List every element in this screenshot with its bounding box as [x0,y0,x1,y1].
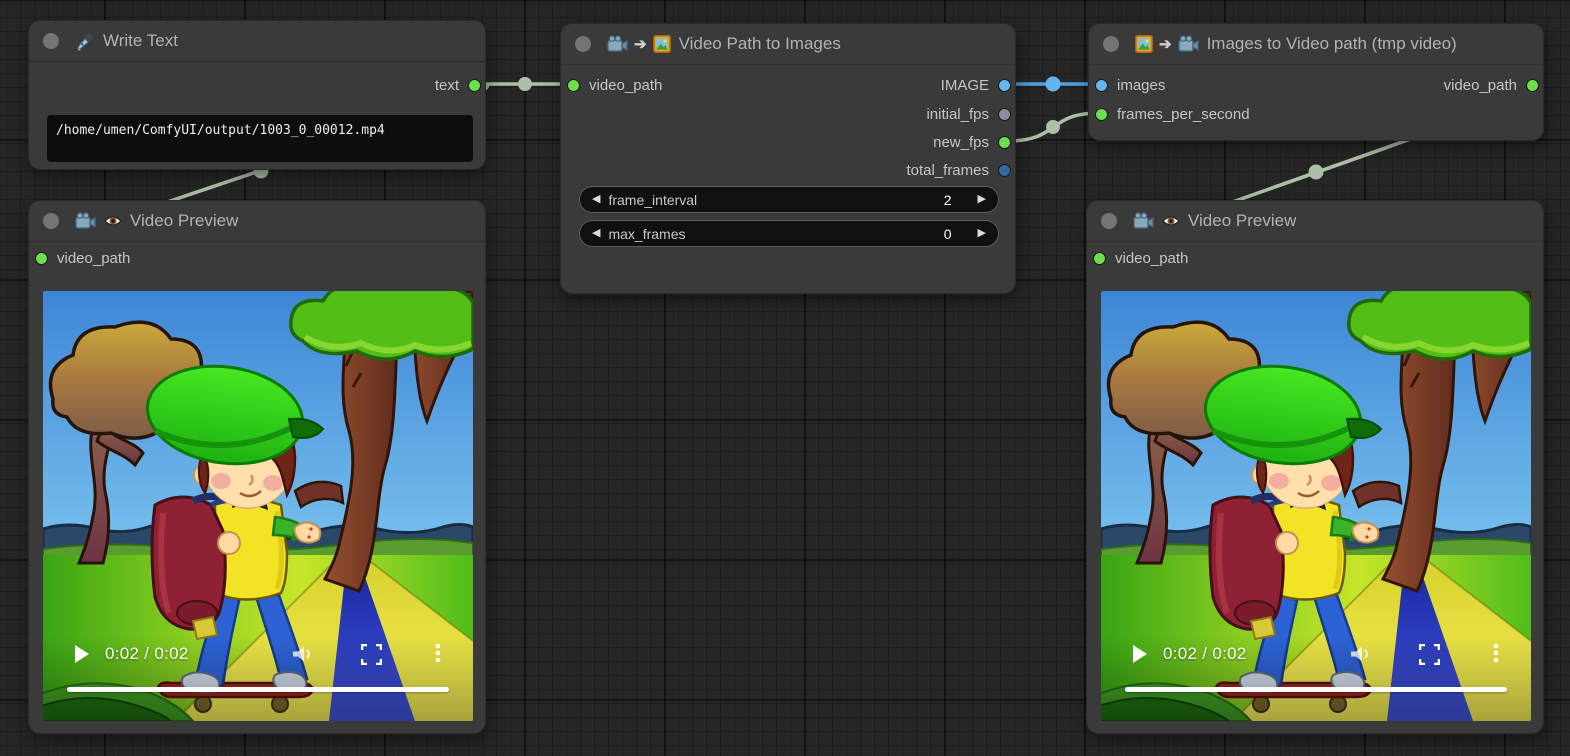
port-label: frames_per_second [1117,106,1250,123]
pen-icon [75,31,95,51]
link-midpoint-dot[interactable] [518,77,532,91]
overflow-menu-button[interactable] [1493,643,1499,668]
picture-icon [1135,35,1153,53]
widget-value: 0 [944,226,952,242]
output-port-total-frames: total_frames [906,160,1011,181]
video-camera-icon [1133,212,1154,230]
overflow-menu-button[interactable] [435,643,441,668]
collapse-dot[interactable] [1103,36,1119,52]
video-camera-icon [75,212,96,230]
widget-frame-interval[interactable]: ◀ frame_interval 2 ▶ [579,186,999,213]
port-label: IMAGE [941,77,989,94]
collapse-dot[interactable] [43,33,59,49]
node-header[interactable]: Write Text [29,21,485,62]
decrement-arrow-icon[interactable]: ◀ [592,194,600,205]
output-dot-image[interactable] [998,79,1011,92]
node-video-preview-right[interactable]: Video Preview video_path 0:02 / 0:02 [1086,200,1544,734]
output-dot-text[interactable] [468,79,481,92]
fullscreen-button[interactable] [361,644,382,670]
node-header[interactable]: ➔ Images to Video path (tmp video) [1089,24,1543,65]
port-label: text [435,77,459,94]
link-midpoint-dot[interactable] [1046,77,1061,92]
output-port-initial-fps: initial_fps [926,104,1011,125]
arrow-right-icon: ➔ [1159,37,1172,52]
widget-value: 2 [944,192,952,208]
port-label: total_frames [906,162,989,179]
collapse-dot[interactable] [43,213,59,229]
picture-icon [653,35,671,53]
input-dot-frames-per-second[interactable] [1095,108,1108,121]
node-video-path-to-images[interactable]: ➔ Video Path to Images video_path IMAGE … [560,23,1016,294]
video-time: 0:02 / 0:02 [105,644,189,664]
input-port-video-path: video_path [35,248,130,269]
collapse-dot[interactable] [575,36,591,52]
collapse-dot[interactable] [1101,213,1117,229]
node-title: Video Preview [130,211,238,231]
output-port-image: IMAGE [941,75,1011,96]
input-port-images: images [1095,75,1165,96]
video-player[interactable]: 0:02 / 0:02 [1101,291,1531,721]
output-port-text: text [435,75,481,96]
node-graph-canvas[interactable]: Write Text text /home/umen/ComfyUI/outpu… [0,0,1570,756]
input-port-video-path: video_path [567,75,662,96]
volume-button[interactable] [1351,645,1370,668]
play-button[interactable] [75,645,89,668]
output-port-video-path: video_path [1444,75,1539,96]
input-dot-video-path[interactable] [1093,252,1106,265]
video-progress-bar[interactable] [67,687,449,692]
output-dot-initial-fps[interactable] [998,108,1011,121]
node-header[interactable]: Video Preview [1087,201,1543,242]
widget-label: frame_interval [608,192,943,208]
node-title: Video Preview [1188,211,1296,231]
port-label: video_path [1115,250,1188,267]
node-write-text[interactable]: Write Text text /home/umen/ComfyUI/outpu… [28,20,486,170]
link-midpoint-dot[interactable] [1309,165,1324,180]
output-dot-total-frames[interactable] [998,164,1011,177]
output-dot-video-path[interactable] [1526,79,1539,92]
play-button[interactable] [1133,645,1147,668]
node-title: Images to Video path (tmp video) [1207,34,1457,54]
port-label: images [1117,77,1165,94]
video-progress-bar[interactable] [1125,687,1507,692]
input-dot-video-path[interactable] [567,79,580,92]
widget-max-frames[interactable]: ◀ max_frames 0 ▶ [579,220,999,247]
input-dot-video-path[interactable] [35,252,48,265]
video-camera-icon [1178,35,1199,53]
output-port-new-fps: new_fps [933,132,1011,153]
eye-icon [1162,214,1180,228]
port-label: initial_fps [926,106,989,123]
decrement-arrow-icon[interactable]: ◀ [592,228,600,239]
port-label: video_path [57,250,130,267]
video-player[interactable]: 0:02 / 0:02 [43,291,473,721]
input-port-video-path: video_path [1093,248,1188,269]
port-label: video_path [1444,77,1517,94]
node-title: Video Path to Images [679,34,841,54]
widget-label: max_frames [608,226,943,242]
node-images-to-video-path[interactable]: ➔ Images to Video path (tmp video) image… [1088,23,1544,141]
fullscreen-button[interactable] [1419,644,1440,670]
port-label: new_fps [933,134,989,151]
input-port-frames-per-second: frames_per_second [1095,104,1250,125]
node-title: Write Text [103,31,178,51]
output-dot-new-fps[interactable] [998,136,1011,149]
node-header[interactable]: Video Preview [29,201,485,242]
increment-arrow-icon[interactable]: ▶ [978,228,986,239]
arrow-right-icon: ➔ [634,37,647,52]
video-camera-icon [607,35,628,53]
port-label: video_path [589,77,662,94]
link-midpoint-dot[interactable] [1046,120,1060,134]
volume-button[interactable] [293,645,312,668]
input-dot-images[interactable] [1095,79,1108,92]
video-time: 0:02 / 0:02 [1163,644,1247,664]
node-video-preview-left[interactable]: Video Preview video_path 0:02 / 0:02 [28,200,486,734]
eye-icon [104,214,122,228]
node-header[interactable]: ➔ Video Path to Images [561,24,1015,65]
increment-arrow-icon[interactable]: ▶ [978,194,986,205]
text-field[interactable]: /home/umen/ComfyUI/output/1003_0_00012.m… [47,115,473,162]
